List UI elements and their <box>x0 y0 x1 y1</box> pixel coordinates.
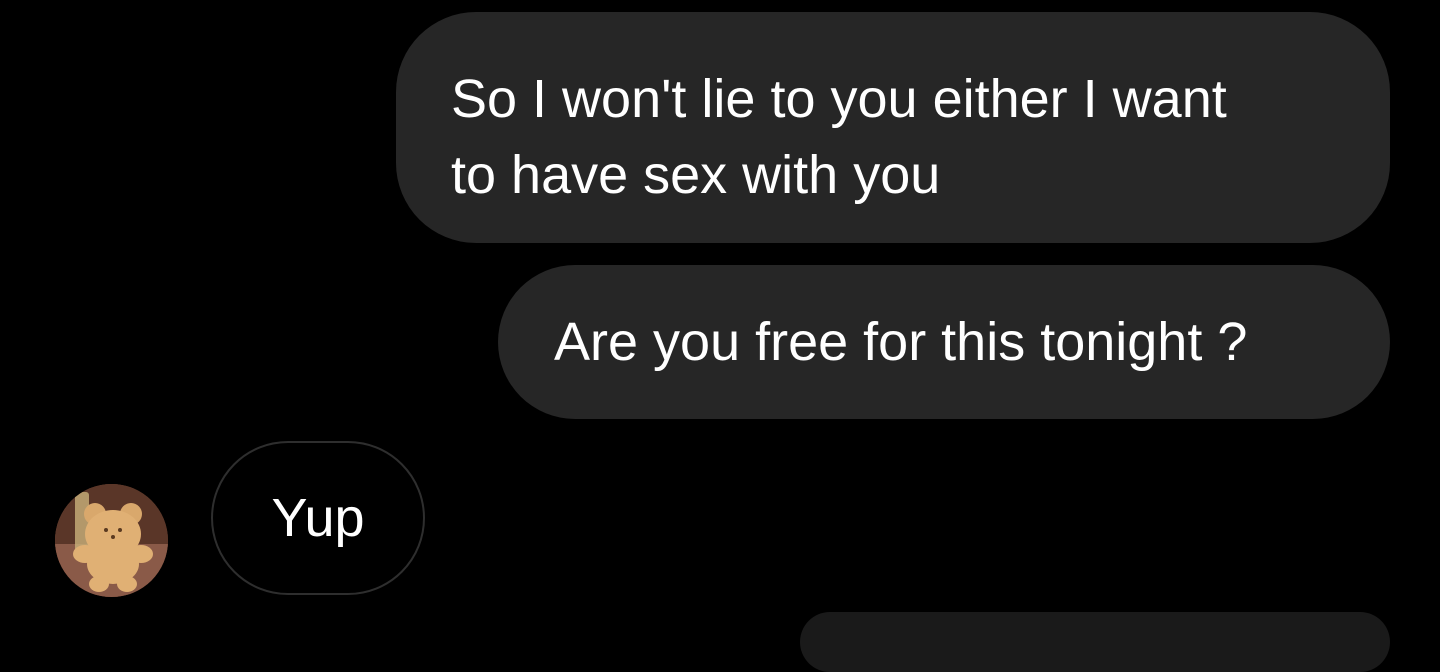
message-thread: So I won't lie to you either I want to h… <box>0 0 1440 672</box>
message-text: Are you free for this tonight ? <box>554 312 1248 372</box>
incoming-message-bubble[interactable]: Yup <box>211 441 425 595</box>
message-text: Yup <box>271 488 365 548</box>
partial-message-bubble <box>800 612 1390 672</box>
outgoing-message-bubble[interactable]: Are you free for this tonight ? <box>498 265 1390 419</box>
bear-cookie-avatar-icon <box>55 484 168 597</box>
contact-avatar[interactable] <box>55 484 168 597</box>
outgoing-message-bubble[interactable]: So I won't lie to you either I want to h… <box>396 12 1390 243</box>
message-text-line: So I won't lie to you either I want <box>451 69 1227 129</box>
message-text-line: to have sex with you <box>451 145 941 205</box>
